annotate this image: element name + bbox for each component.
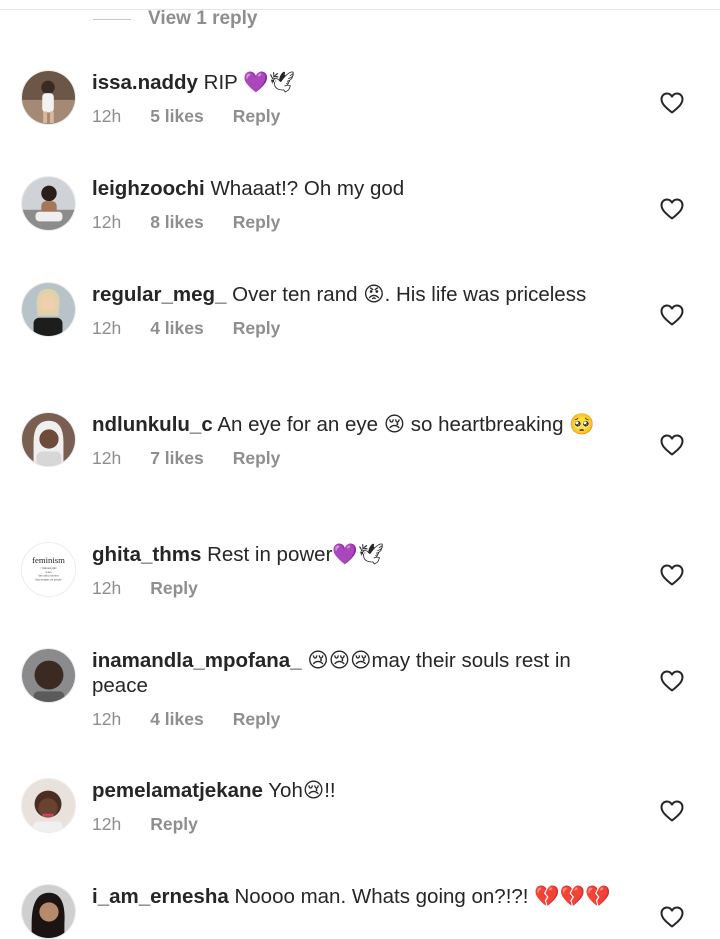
reply-button[interactable]: Reply bbox=[233, 318, 281, 339]
comment-meta: 12h 7 likes Reply bbox=[92, 448, 622, 469]
avatar[interactable] bbox=[21, 648, 76, 703]
comment-message: Noooo man. Whats going on?!?! 💔💔💔 bbox=[234, 885, 611, 908]
reply-button[interactable]: Reply bbox=[233, 106, 281, 127]
comment-username[interactable]: pemelamatjekane bbox=[92, 779, 263, 802]
avatar-word: feminism bbox=[32, 555, 65, 565]
comment-message: An eye for an eye 😢 so heartbreaking 🥺 bbox=[217, 413, 595, 436]
heart-outline-icon[interactable] bbox=[660, 564, 684, 586]
comment-meta: 12h 5 likes Reply bbox=[92, 106, 622, 127]
comment-text: ghita_thms Rest in power💜🕊 bbox=[92, 542, 622, 567]
comment-meta: 12h 4 likes Reply bbox=[92, 709, 622, 730]
comment-message: Whaaat!? Oh my god bbox=[210, 177, 405, 200]
avatar[interactable] bbox=[21, 176, 76, 231]
comment-username[interactable]: ghita_thms bbox=[92, 543, 201, 566]
comment-likes[interactable]: 8 likes bbox=[150, 212, 204, 233]
comment-body: leighzoochi Whaaat!? Oh my god 12h 8 lik… bbox=[92, 176, 622, 233]
comment-time: 12h bbox=[92, 448, 122, 468]
avatar[interactable] bbox=[21, 282, 76, 337]
comment-body: ndlunkulu_c An eye for an eye 😢 so heart… bbox=[92, 412, 622, 469]
heart-outline-icon[interactable] bbox=[660, 198, 684, 220]
comment-message: Over ten rand 😡. His life was priceless bbox=[232, 283, 587, 306]
comment-meta: 12h 4 likes Reply bbox=[92, 318, 622, 339]
heart-outline-icon[interactable] bbox=[660, 906, 684, 928]
heart-outline-icon[interactable] bbox=[660, 434, 684, 456]
comment-time: 12h bbox=[92, 106, 122, 126]
avatar[interactable] bbox=[21, 70, 76, 125]
heart-outline-icon[interactable] bbox=[660, 304, 684, 326]
avatar[interactable] bbox=[21, 884, 76, 939]
comment-text: ndlunkulu_c An eye for an eye 😢 so heart… bbox=[92, 412, 622, 437]
comment-meta: 12h Reply bbox=[92, 814, 622, 835]
comment-username[interactable]: ndlunkulu_c bbox=[92, 413, 213, 436]
view-replies-link[interactable]: View 1 reply bbox=[93, 8, 258, 30]
comment-message: Rest in power💜🕊 bbox=[207, 543, 384, 566]
reply-button[interactable]: Reply bbox=[233, 448, 281, 469]
comment-body: issa.naddy RIP 💜🕊 12h 5 likes Reply bbox=[92, 70, 622, 127]
avatar[interactable] bbox=[21, 778, 76, 833]
comment-username[interactable]: inamandla_mpofana_ bbox=[92, 649, 302, 672]
comment-time: 12h bbox=[92, 212, 122, 232]
comment-text: inamandla_mpofana_ 😢😢😢may their souls re… bbox=[92, 648, 622, 698]
view-replies-label: View 1 reply bbox=[148, 8, 258, 29]
avatar[interactable] bbox=[21, 412, 76, 467]
comment-text: i_am_ernesha Noooo man. Whats going on?!… bbox=[92, 884, 622, 909]
comment-likes[interactable]: 7 likes bbox=[150, 448, 204, 469]
comment-meta: 12h 8 likes Reply bbox=[92, 212, 622, 233]
reply-button[interactable]: Reply bbox=[233, 709, 281, 730]
comment-username[interactable]: regular_meg_ bbox=[92, 283, 226, 306]
reply-button[interactable]: Reply bbox=[150, 814, 198, 835]
heart-outline-icon[interactable] bbox=[660, 800, 684, 822]
comment-likes[interactable]: 4 likes bbox=[150, 709, 204, 730]
comment-time: 12h bbox=[92, 814, 122, 834]
reply-button[interactable]: Reply bbox=[233, 212, 281, 233]
comment-username[interactable]: i_am_ernesha bbox=[92, 885, 229, 908]
comment-body: regular_meg_ Over ten rand 😡. His life w… bbox=[92, 282, 622, 339]
comment-time: 12h bbox=[92, 578, 122, 598]
comment-likes[interactable]: 4 likes bbox=[150, 318, 204, 339]
heart-outline-icon[interactable] bbox=[660, 670, 684, 692]
comment-text: regular_meg_ Over ten rand 😡. His life w… bbox=[92, 282, 622, 307]
comment-body: i_am_ernesha Noooo man. Whats going on?!… bbox=[92, 884, 622, 909]
comment-time: 12h bbox=[92, 709, 122, 729]
comment-meta: 12h Reply bbox=[92, 578, 622, 599]
comment-text: pemelamatjekane Yoh😢!! bbox=[92, 778, 622, 803]
comment-username[interactable]: leighzoochi bbox=[92, 177, 205, 200]
comment-username[interactable]: issa.naddy bbox=[92, 71, 198, 94]
heart-outline-icon[interactable] bbox=[660, 92, 684, 114]
reply-thread-line bbox=[93, 18, 131, 20]
comment-text: issa.naddy RIP 💜🕊 bbox=[92, 70, 622, 95]
comment-time: 12h bbox=[92, 318, 122, 338]
comment-body: pemelamatjekane Yoh😢!! 12h Reply bbox=[92, 778, 622, 835]
comment-body: inamandla_mpofana_ 😢😢😢may their souls re… bbox=[92, 648, 622, 730]
comment-likes[interactable]: 5 likes bbox=[150, 106, 204, 127]
reply-button[interactable]: Reply bbox=[150, 578, 198, 599]
avatar[interactable]: feminism /ˈfɛmɪnɪz(ə)m/ noun the radical… bbox=[21, 542, 76, 597]
comment-body: ghita_thms Rest in power💜🕊 12h Reply bbox=[92, 542, 622, 599]
comment-text: leighzoochi Whaaat!? Oh my god bbox=[92, 176, 622, 201]
comment-message: Yoh😢!! bbox=[268, 779, 336, 802]
avatar-definition-2: that women are people bbox=[35, 578, 62, 582]
comment-message: RIP 💜🕊 bbox=[203, 71, 295, 94]
